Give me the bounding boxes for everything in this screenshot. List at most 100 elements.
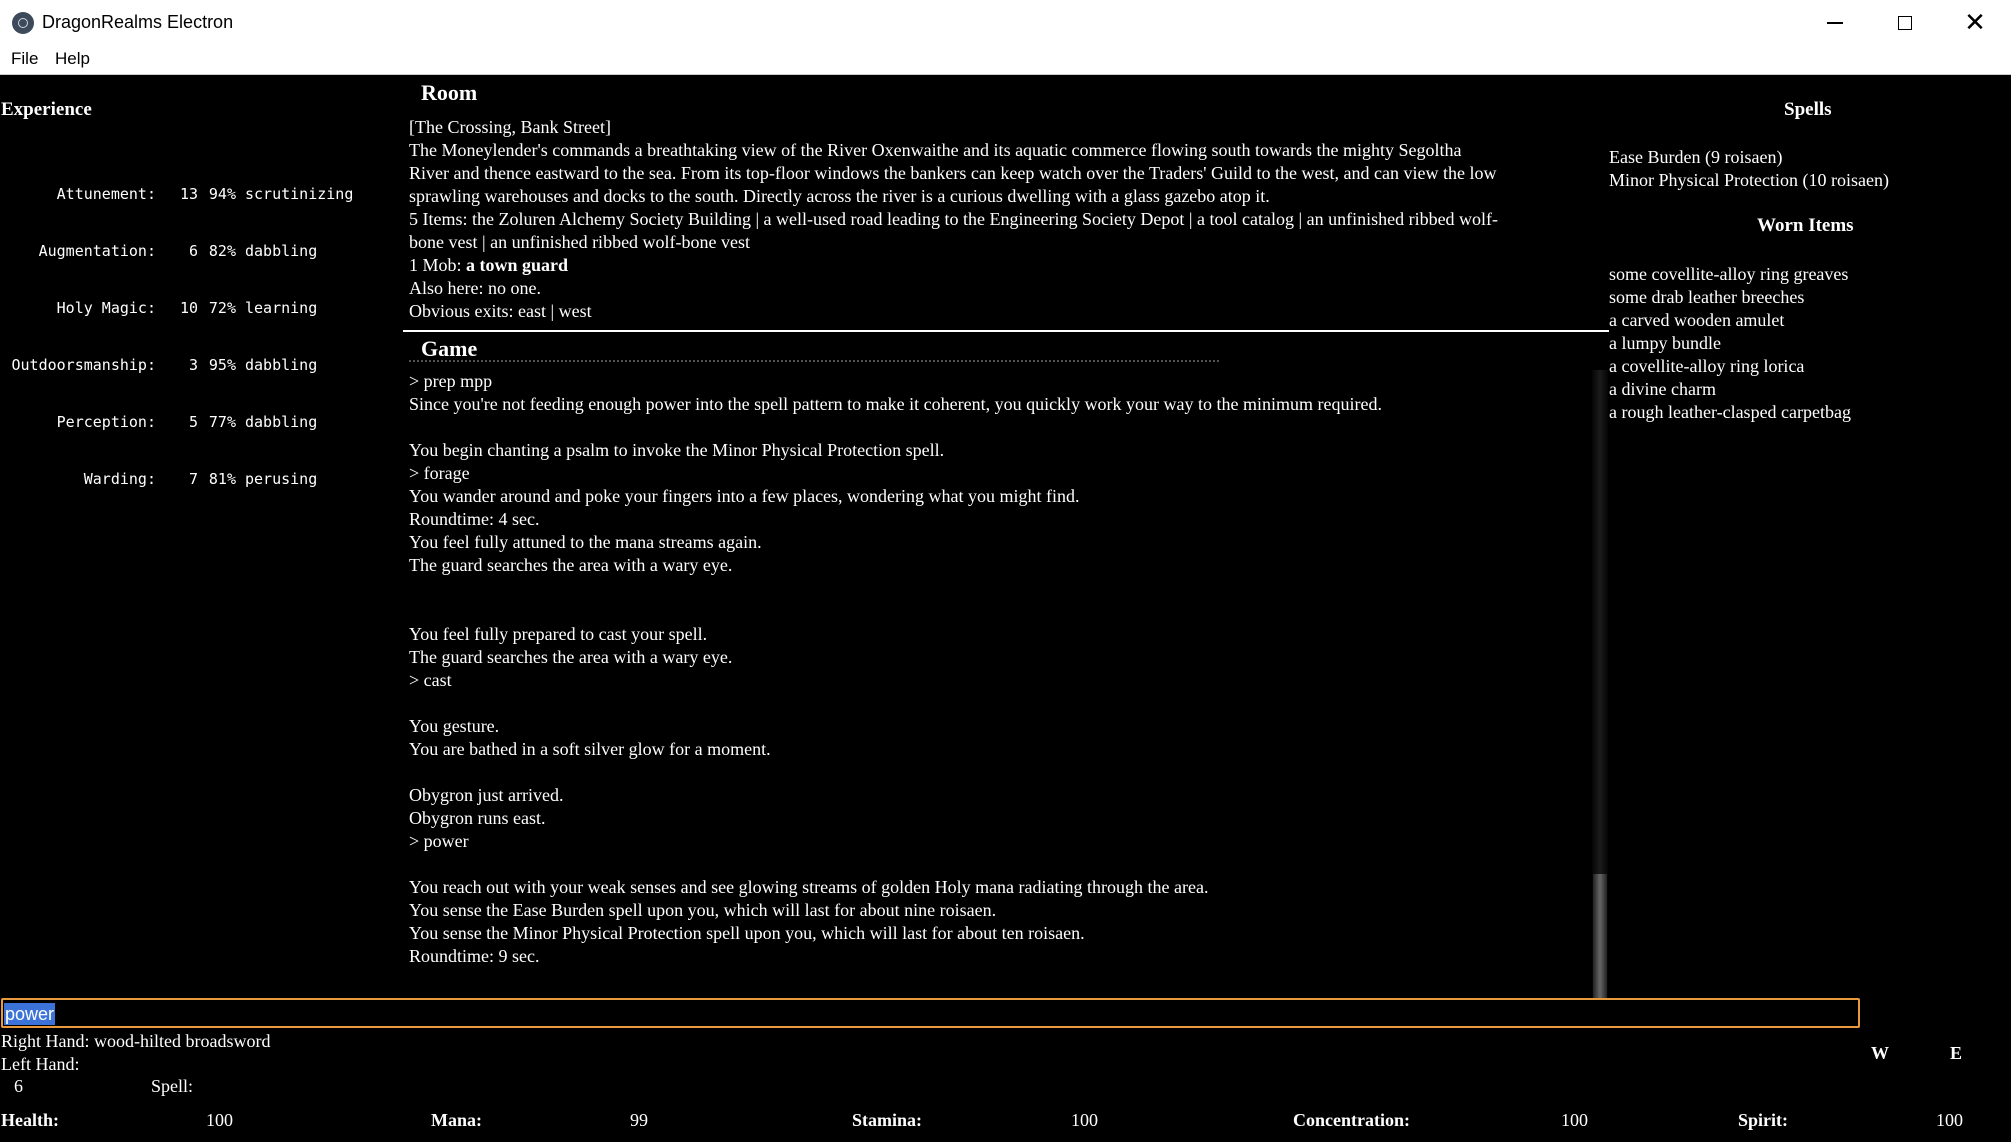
game-log-line: You feel fully prepared to cast your spe…	[409, 624, 708, 644]
skill-state: dabbling	[245, 242, 318, 260]
mana-value: 99	[630, 1110, 648, 1130]
room-desc-line: River and thence eastward to the sea. Fr…	[409, 163, 1497, 183]
stamina-value: 100	[1071, 1110, 1098, 1130]
partial-line	[409, 360, 1219, 370]
room-name: [The Crossing, Bank Street]	[409, 117, 611, 137]
game-scrollbar-thumb[interactable]	[1593, 874, 1607, 998]
worn-items-title: Worn Items	[1757, 215, 1854, 236]
skill-state: dabbling	[245, 356, 318, 374]
skill-percent: 82%	[208, 242, 236, 260]
experience-row: Augmentation: 6 82% dabbling	[0, 242, 353, 261]
room-exits: Obvious exits: east | west	[409, 301, 592, 321]
game-log-line: Roundtime: 9 sec.	[409, 946, 540, 966]
menu-file[interactable]: File	[11, 49, 38, 69]
worn-item: a covellite-alloy ring lorica	[1609, 356, 1805, 376]
skill-percent: 94%	[208, 185, 236, 203]
game-log-line: The guard searches the area with a wary …	[409, 647, 733, 667]
experience-row: Warding: 7 81% perusing	[0, 470, 353, 489]
game-log-line	[409, 761, 1589, 784]
game-log-line: > prep mpp	[409, 371, 493, 391]
skill-name: Warding:	[83, 470, 156, 488]
panel-divider	[403, 330, 1609, 332]
menu-help[interactable]: Help	[55, 49, 90, 69]
room-items: bone vest | an unfinished ribbed wolf-bo…	[409, 232, 751, 252]
maximize-icon	[1898, 16, 1912, 30]
game-log-line	[409, 416, 1589, 439]
menu-bar: File Help	[0, 46, 2011, 75]
hands-display: Right Hand: wood-hilted broadsword Left …	[1, 1030, 270, 1076]
room-description: [The Crossing, Bank Street] The Moneylen…	[409, 116, 1604, 323]
experience-table: Attunement: 13 94% scrutinizing Augmentatio…	[0, 147, 354, 508]
game-log-line: > forage	[409, 463, 470, 483]
game-log[interactable]: > prep mpp Since you're not feeding enoug…	[409, 370, 1589, 990]
close-icon: ✕	[1964, 8, 1986, 38]
game-log-line: You wander around and poke your fingers …	[409, 486, 1080, 506]
left-hand: Left Hand:	[1, 1054, 80, 1074]
mob-name[interactable]: a town guard	[466, 255, 568, 275]
skill-rank: 5	[188, 413, 198, 431]
game-log-line: > power	[409, 831, 469, 851]
game-log-line	[409, 577, 1589, 600]
game-log-line: You sense the Ease Burden spell upon you…	[409, 900, 997, 920]
spirit-label: Spirit:	[1738, 1110, 1789, 1130]
skill-name: Attunement:	[56, 185, 156, 203]
roundtime-counter: 6	[14, 1076, 23, 1096]
game-log-line	[409, 600, 1589, 623]
worn-item: some drab leather breeches	[1609, 287, 1805, 307]
skill-state: learning	[245, 299, 318, 317]
game-log-line	[409, 692, 1589, 715]
spirit-value: 100	[1936, 1110, 1963, 1130]
game-log-line: Obygron just arrived.	[409, 785, 564, 805]
spells-title: Spells	[1784, 99, 1832, 120]
right-hand: Right Hand: wood-hilted broadsword	[1, 1031, 271, 1051]
worn-item: a divine charm	[1609, 379, 1716, 399]
command-input-value[interactable]: power	[4, 1003, 56, 1025]
game-log-line	[409, 853, 1589, 876]
minimize-icon	[1827, 22, 1843, 24]
skill-name: Holy Magic:	[56, 299, 156, 317]
worn-item: a carved wooden amulet	[1609, 310, 1785, 330]
game-log-line: Roundtime: 4 sec.	[409, 509, 540, 529]
experience-row: Perception: 5 77% dabbling	[0, 413, 353, 432]
skill-rank: 7	[188, 470, 198, 488]
mana-label: Mana:	[431, 1110, 482, 1130]
room-mobs: 1 Mob: a town guard	[409, 254, 1604, 277]
game-log-line: The guard searches the area with a wary …	[409, 555, 733, 575]
room-desc-line: The Moneylender's commands a breathtakin…	[409, 140, 1462, 160]
health-value: 100	[206, 1110, 233, 1130]
skill-state: dabbling	[245, 413, 318, 431]
close-button[interactable]: ✕	[1940, 0, 2010, 46]
maximize-button[interactable]	[1870, 0, 1940, 46]
experience-row: Attunement: 13 94% scrutinizing	[0, 185, 354, 204]
stamina-label: Stamina:	[852, 1110, 923, 1130]
concentration-value: 100	[1561, 1110, 1588, 1130]
command-input[interactable]	[1, 998, 1860, 1028]
electron-app-icon	[12, 12, 34, 34]
experience-title: Experience	[1, 99, 92, 120]
skill-percent: 81%	[208, 470, 236, 488]
room-desc-line: sprawling warehouses and docks to the so…	[409, 186, 1270, 206]
room-also-here: Also here: no one.	[409, 278, 541, 298]
compass-west[interactable]: W	[1871, 1043, 1889, 1064]
game-log-line: You begin chanting a psalm to invoke the…	[409, 440, 945, 460]
health-label: Health:	[1, 1110, 59, 1130]
skill-name: Perception:	[56, 413, 156, 431]
minimize-button[interactable]	[1800, 0, 1870, 46]
game-log-line: You feel fully attuned to the mana strea…	[409, 532, 762, 552]
experience-row: Holy Magic: 10 72% learning	[0, 299, 353, 318]
skill-rank: 13	[179, 185, 198, 203]
spell-list: Ease Burden (9 roisaen) Minor Physical P…	[1609, 146, 1889, 192]
game-log-line: You gesture.	[409, 716, 500, 736]
spell-prepared-label: Spell:	[151, 1076, 194, 1096]
compass-east[interactable]: E	[1950, 1043, 1962, 1064]
game-log-line: Obygron runs east.	[409, 808, 546, 828]
experience-row: Outdoorsmanship: 3 95% dabbling	[0, 356, 353, 375]
skill-name: Augmentation:	[38, 242, 156, 260]
room-items: 5 Items: the Zoluren Alchemy Society Bui…	[409, 209, 1499, 229]
skill-percent: 95%	[208, 356, 236, 374]
worn-item: a rough leather-clasped carpetbag	[1609, 402, 1852, 422]
worn-items-list: some covellite-alloy ring greaves some d…	[1609, 263, 1851, 424]
mob-label: 1 Mob:	[409, 255, 467, 275]
concentration-label: Concentration:	[1293, 1110, 1410, 1130]
game-log-line: Since you're not feeding enough power in…	[409, 394, 1383, 414]
